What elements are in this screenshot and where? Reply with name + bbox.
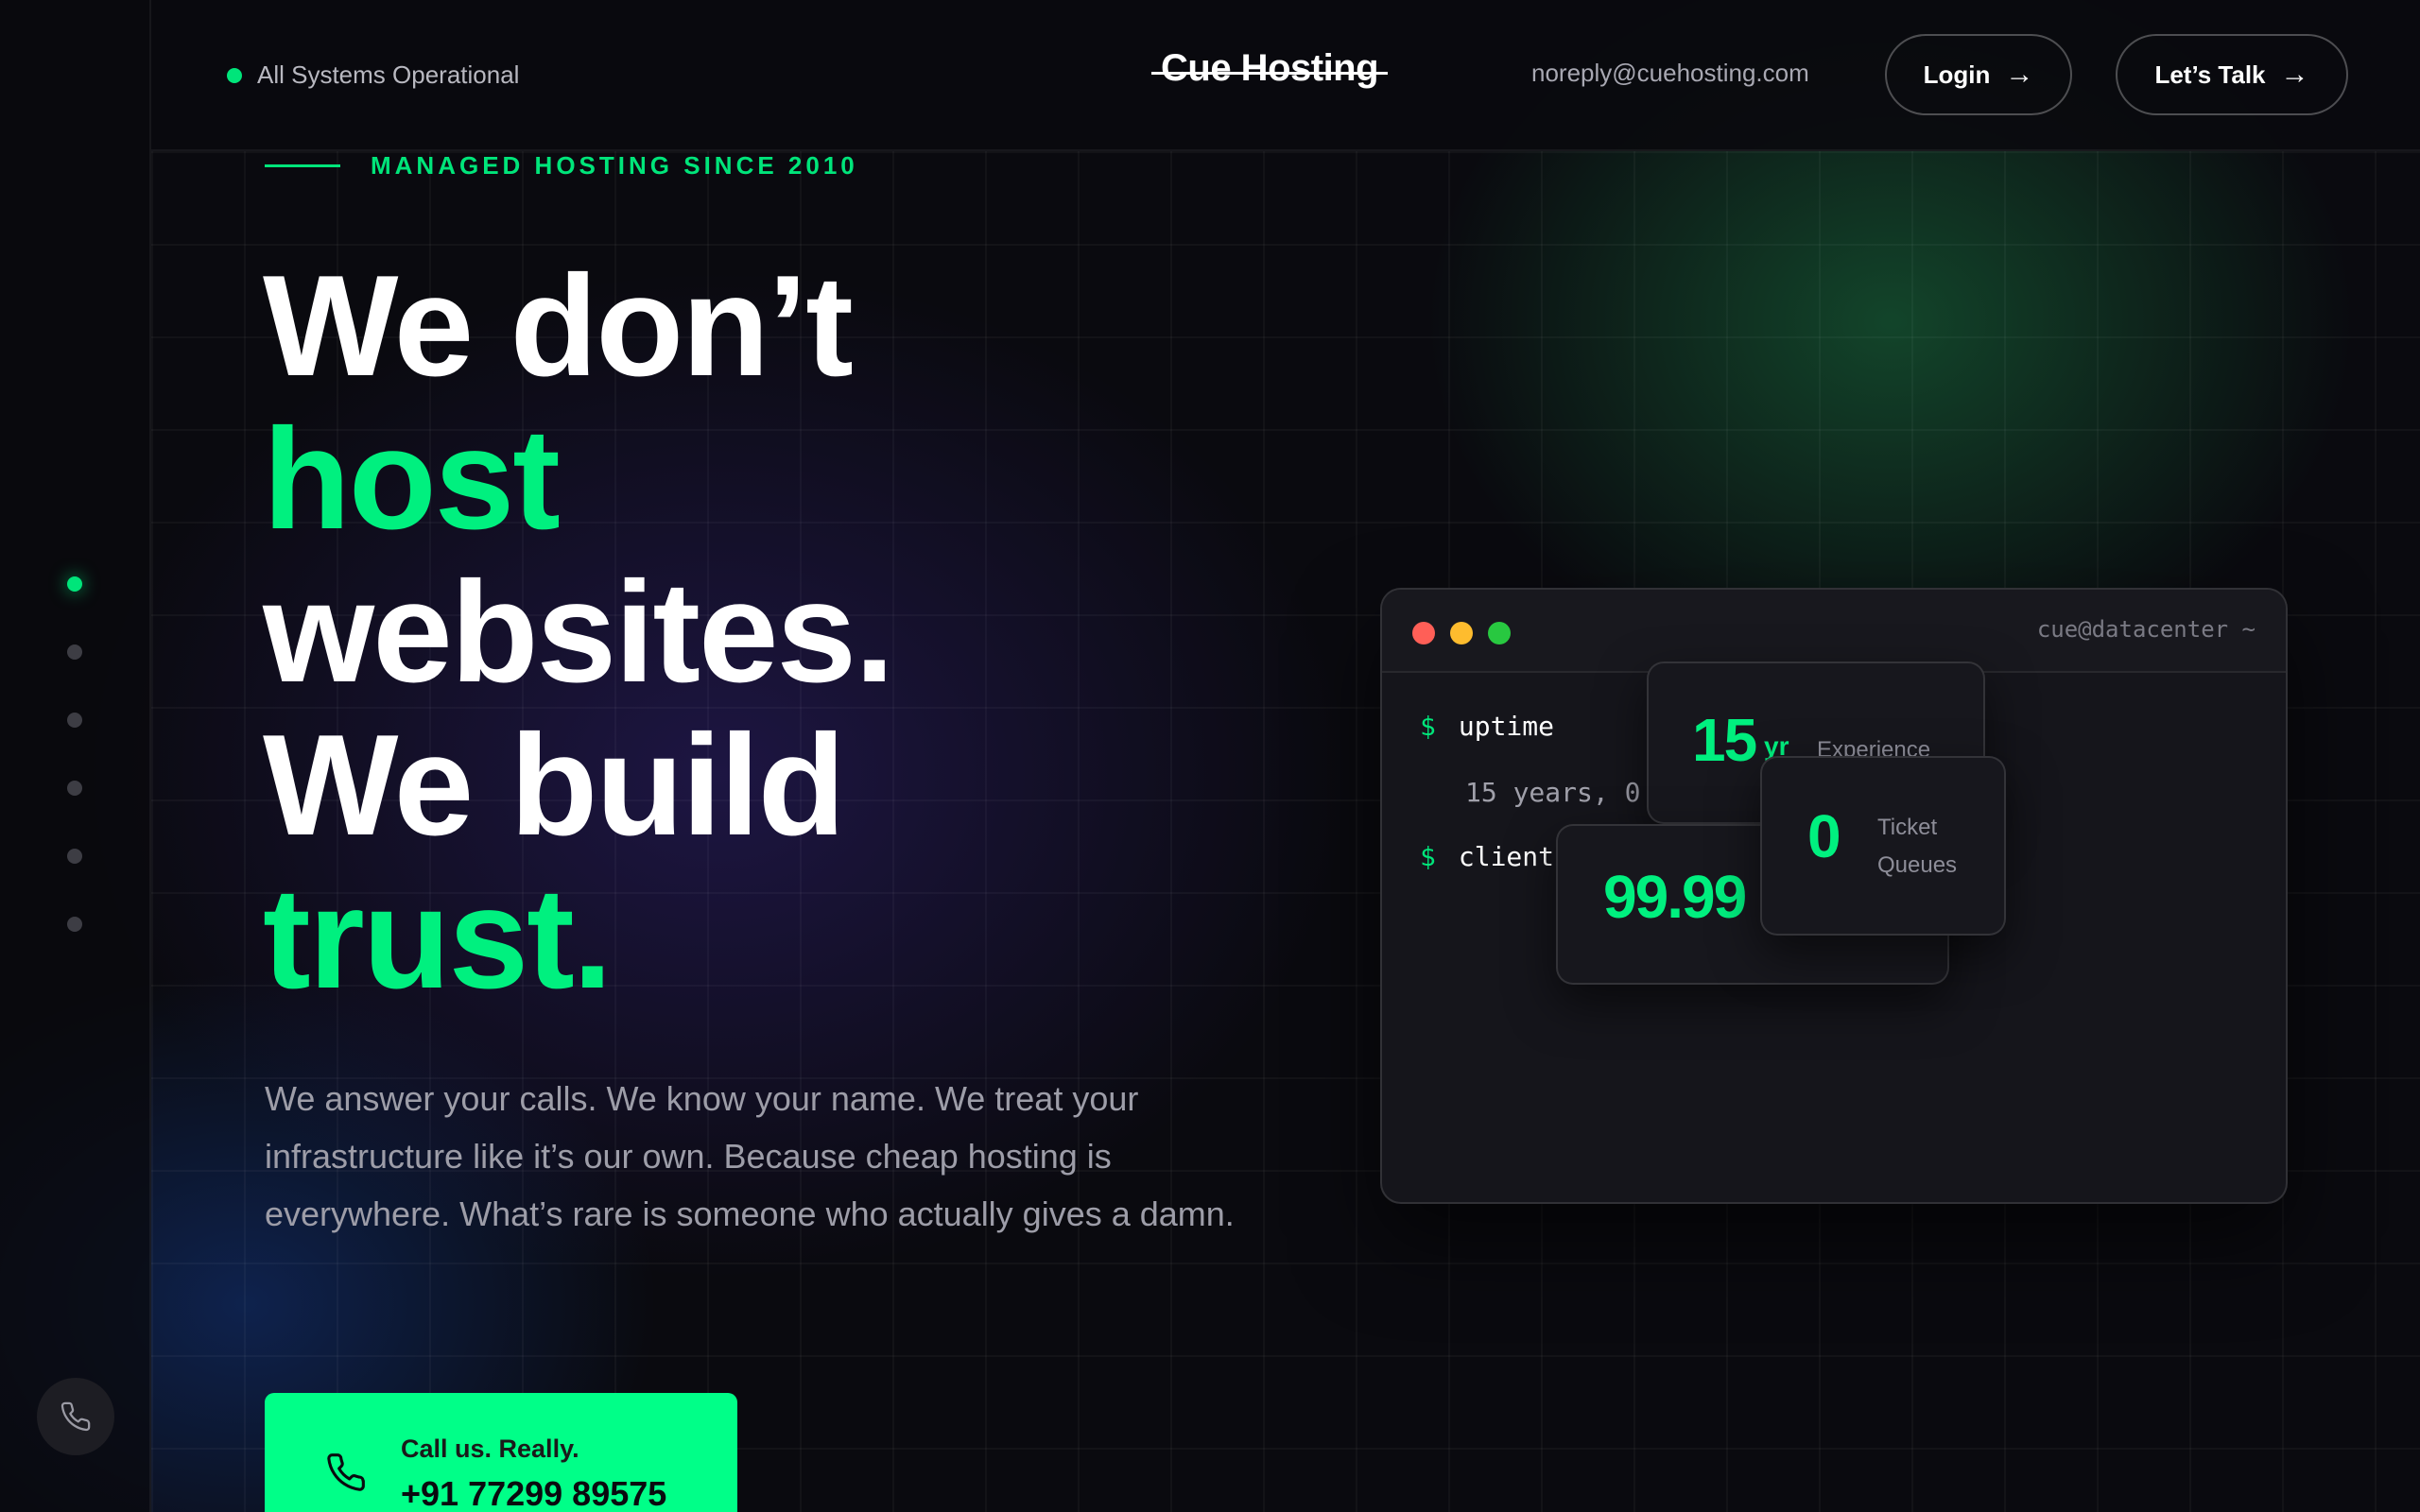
headline-line-2: host [263, 399, 561, 559]
maximize-window-dot[interactable] [1488, 622, 1511, 644]
phone-icon [60, 1401, 91, 1432]
page: All Systems Operational Cue Hosting nore… [0, 0, 2420, 1512]
eyebrow-text: MANAGED HOSTING SINCE 2010 [371, 151, 858, 180]
login-button[interactable]: Login → [1885, 34, 2072, 115]
system-status: All Systems Operational [227, 60, 519, 90]
logo[interactable]: Cue Hosting [1150, 47, 1389, 90]
tickets-stat-card: 0 Ticket Queues [1760, 756, 2006, 936]
top-header: All Systems Operational Cue Hosting nore… [151, 0, 2420, 151]
minimize-window-dot[interactable] [1450, 622, 1473, 644]
eyebrow: MANAGED HOSTING SINCE 2010 [265, 151, 858, 180]
tickets-value: 0 [1807, 802, 1841, 870]
hero-headline: We don’t host websites. We build trust. [263, 249, 1303, 1015]
command-text: client [1458, 841, 1555, 872]
rail-phone-button[interactable] [37, 1378, 114, 1455]
prompt-symbol: $ [1420, 711, 1436, 742]
experience-value: 15 [1692, 706, 1757, 774]
hero-lead-paragraph: We answer your calls. We know your name.… [265, 1079, 1235, 1233]
command-text: uptime [1458, 711, 1555, 742]
section-dot-2[interactable] [67, 644, 82, 660]
headline-line-5: trust. [263, 858, 613, 1019]
headline-line-3: websites. [263, 552, 894, 713]
terminal-title-bar: cue@datacenter ~ [1382, 590, 2286, 673]
left-rail [0, 0, 151, 1512]
terminal-command-2: $ client [1420, 841, 1554, 872]
close-window-dot[interactable] [1412, 622, 1435, 644]
uptime-value: 99.99 [1603, 863, 1747, 931]
login-button-label: Login [1923, 60, 1991, 89]
tickets-label-2: Queues [1877, 852, 1958, 878]
section-dot-5[interactable] [67, 849, 82, 864]
section-nav-dots [67, 576, 82, 985]
section-dot-4[interactable] [67, 781, 82, 796]
arrow-right-icon: → [2280, 59, 2309, 90]
lets-talk-button[interactable]: Let’s Talk → [2116, 34, 2348, 115]
cta-label: Call us. Really. [401, 1435, 579, 1463]
terminal-output-1: 15 years, 0 [1465, 777, 1641, 808]
section-dot-1[interactable] [67, 576, 82, 592]
lets-talk-button-label: Let’s Talk [2154, 60, 2266, 89]
status-text: All Systems Operational [257, 60, 520, 89]
phone-icon [327, 1453, 365, 1491]
section-dot-6[interactable] [67, 917, 82, 932]
terminal-window: cue@datacenter ~ $ uptime 15 years, 0 $ cl… [1380, 588, 2288, 1204]
cta-phone-number: +91 77299 89575 [401, 1474, 667, 1512]
section-dot-3[interactable] [67, 713, 82, 728]
eyebrow-line [265, 164, 340, 167]
headline-line-4: We build [263, 705, 846, 866]
terminal-title: cue@datacenter ~ [2036, 616, 2256, 643]
terminal-command-1: $ uptime [1420, 711, 1554, 742]
status-dot-icon [227, 67, 242, 83]
tickets-label-1: Ticket [1877, 815, 1938, 840]
headline-line-1: We don’t [263, 246, 854, 406]
call-cta-button[interactable]: Call us. Really. +91 77299 89575 [265, 1393, 737, 1512]
contact-email-link[interactable]: noreply@cuehosting.com [1531, 59, 1809, 88]
prompt-symbol: $ [1420, 841, 1436, 872]
arrow-right-icon: → [2005, 59, 2034, 90]
